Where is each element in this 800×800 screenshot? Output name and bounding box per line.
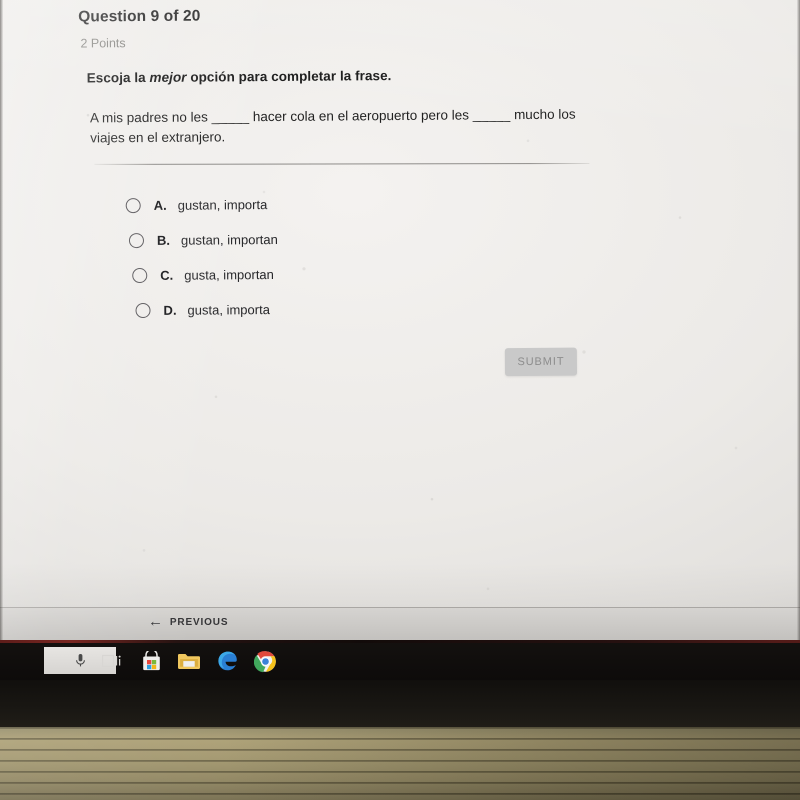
option-text-c: gusta, importan: [184, 266, 274, 283]
question-prompt: Escoja la mejor opción para completar la…: [87, 68, 392, 85]
answer-option-b[interactable]: B. gustan, importan: [128, 220, 540, 258]
microsoft-edge-icon[interactable]: [215, 648, 241, 674]
option-text-b: gustan, importan: [180, 231, 278, 248]
radio-button-b[interactable]: [128, 233, 145, 249]
windows-taskbar: [0, 640, 800, 680]
option-letter-a: A.: [153, 197, 167, 213]
laptop-screen: Question 9 of 20 2 Points Escoja la mejo…: [0, 0, 800, 640]
prompt-text-before: Escoja la: [86, 69, 150, 86]
radio-button-a[interactable]: [125, 198, 141, 214]
answer-option-c[interactable]: C. gusta, importan: [132, 255, 540, 293]
radio-button-c[interactable]: [132, 267, 148, 284]
content-divider: [94, 163, 590, 165]
microsoft-store-icon[interactable]: [138, 648, 164, 674]
option-letter-d: D.: [163, 302, 177, 318]
quiz-footer-bar: ← PREVIOUS: [0, 607, 800, 640]
option-text-a: gustan, importa: [177, 197, 268, 213]
points-label: 2 Points: [80, 36, 126, 51]
answer-options-list: A. gustan, importa B. gustan, importan C…: [120, 185, 541, 328]
google-chrome-icon[interactable]: [252, 648, 278, 674]
file-explorer-icon[interactable]: [176, 648, 202, 674]
option-text-d: gusta, importa: [187, 302, 270, 318]
submit-button[interactable]: SUBMIT: [504, 347, 578, 377]
laptop-hinge-surface: [0, 727, 800, 800]
taskbar-light-streak: [0, 640, 800, 643]
laptop-screen-photo: Question 9 of 20 2 Points Escoja la mejo…: [0, 0, 800, 800]
prompt-text-after: opción para completar la frase.: [186, 68, 392, 85]
task-view-icon[interactable]: [99, 648, 125, 674]
microphone-icon: [75, 654, 85, 667]
prompt-emphasis: mejor: [149, 69, 187, 85]
answer-option-d[interactable]: D. gusta, importa: [135, 290, 540, 328]
option-letter-c: C.: [160, 267, 174, 283]
radio-button-d[interactable]: [135, 302, 151, 319]
screen-bezel-left: [0, 0, 3, 640]
laptop-bottom-bezel: [0, 680, 800, 727]
hinge-shading: [0, 727, 800, 800]
question-number: Question 9 of 20: [78, 7, 201, 26]
arrow-left-icon: ←: [148, 613, 164, 630]
previous-button-label: PREVIOUS: [169, 617, 229, 628]
previous-button[interactable]: ← PREVIOUS: [148, 613, 229, 630]
option-letter-b: B.: [156, 232, 171, 248]
answer-option-a[interactable]: A. gustan, importa: [125, 185, 540, 223]
question-sentence: A mis padres no les _____ hacer cola en …: [89, 106, 576, 146]
quiz-page: Question 9 of 20 2 Points Escoja la mejo…: [0, 0, 800, 610]
